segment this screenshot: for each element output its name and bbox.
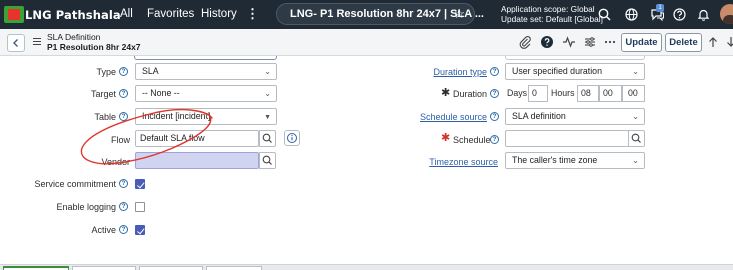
- related-tab-2[interactable]: [72, 266, 136, 270]
- related-tab-1[interactable]: [3, 266, 69, 270]
- related-tab-4[interactable]: [206, 266, 262, 270]
- hand-drawn-annotation: [80, 109, 213, 165]
- related-lists-tabs: [0, 264, 733, 270]
- related-tab-3[interactable]: [139, 266, 203, 270]
